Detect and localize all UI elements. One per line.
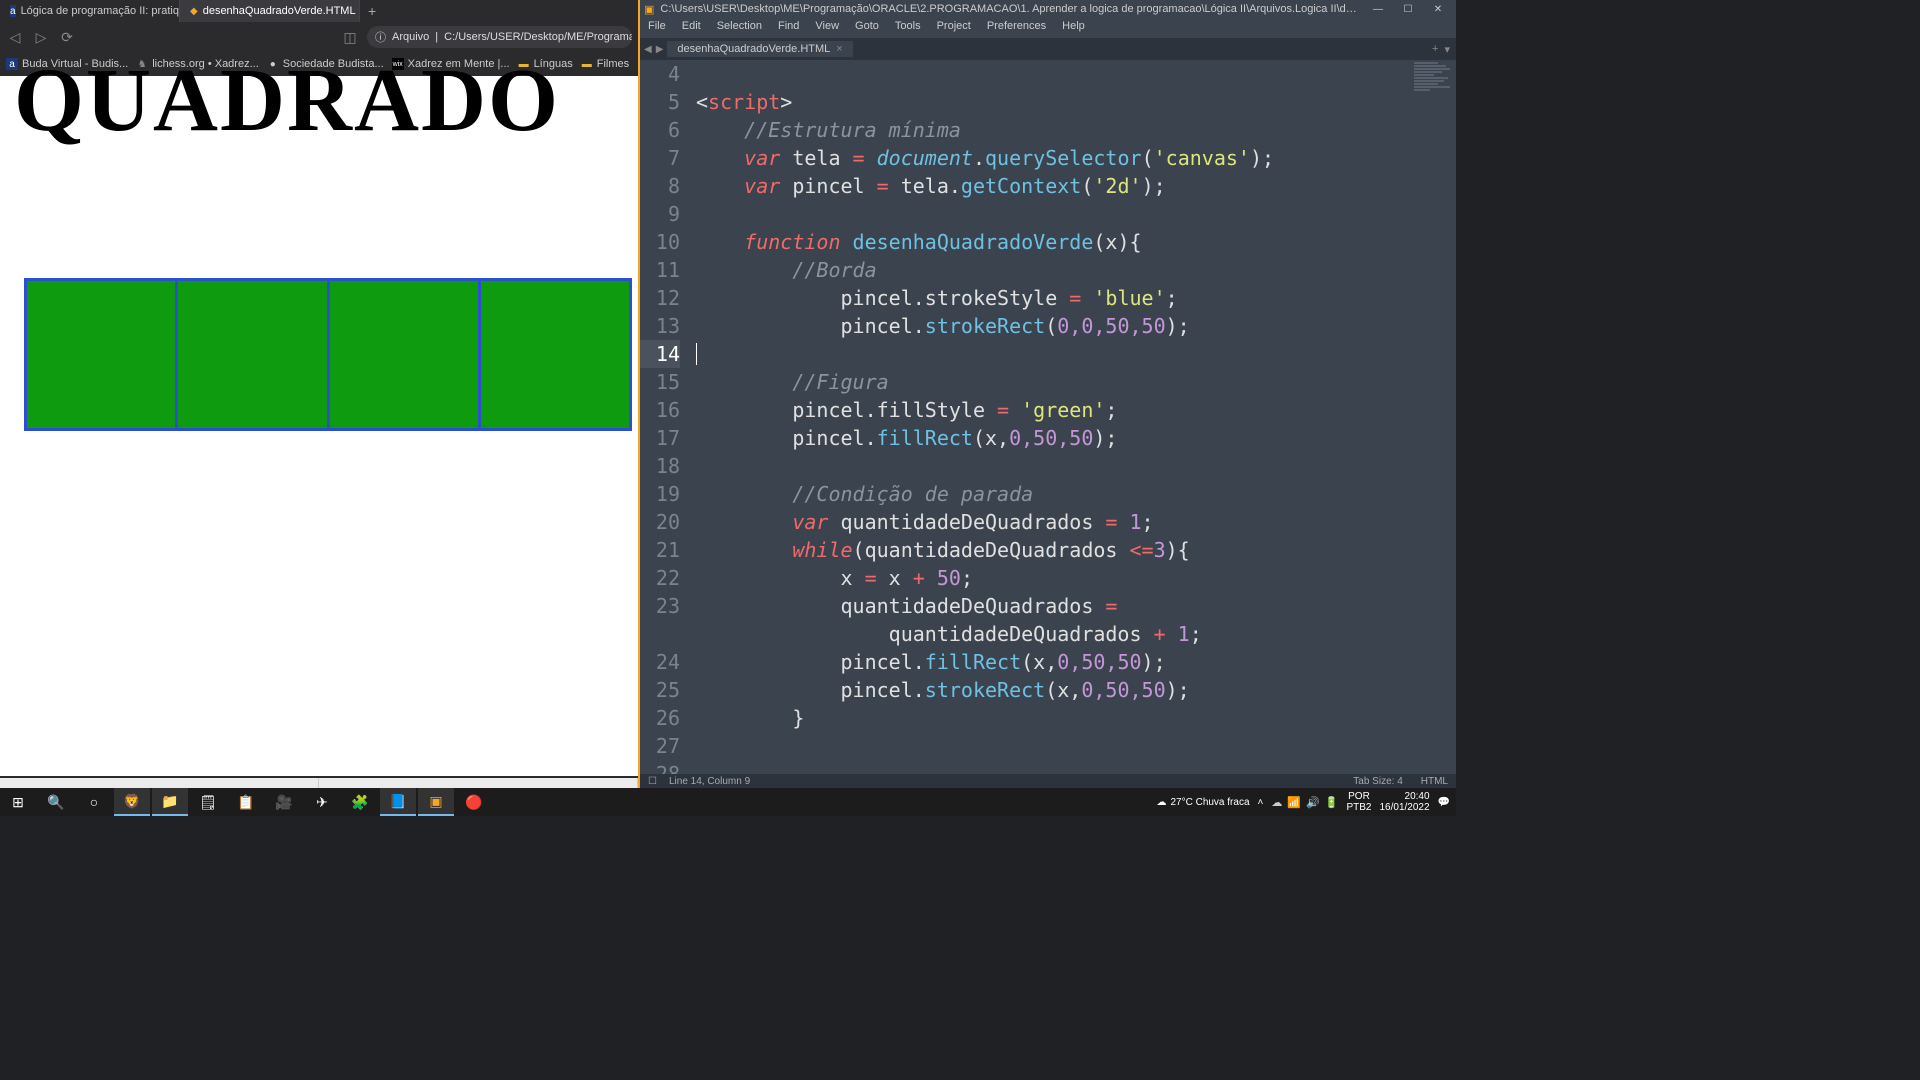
- forward-button[interactable]: ▷: [32, 29, 50, 46]
- address-bar: ◁ ▷ ⟳ ◫ ⓘ Arquivo | C:/Users/USER/Deskto…: [0, 22, 638, 52]
- favicon-alura: a: [10, 5, 16, 17]
- close-icon[interactable]: ×: [836, 43, 842, 55]
- favicon-file: ◆: [190, 5, 198, 17]
- bookmark-icon[interactable]: ◫: [341, 29, 359, 46]
- taskbar-app-brave[interactable]: 🦁: [114, 788, 150, 816]
- menu-preferences[interactable]: Preferences: [979, 18, 1054, 38]
- weather-widget[interactable]: ☁ 27°C Chuva fraca: [1156, 797, 1249, 808]
- green-square: [330, 281, 481, 428]
- green-square: [178, 281, 329, 428]
- menu-find[interactable]: Find: [770, 18, 807, 38]
- tab-menu[interactable]: ▾: [1444, 43, 1450, 56]
- taskbar-app[interactable]: 🧩: [342, 788, 378, 816]
- new-tab-button[interactable]: +: [360, 3, 384, 19]
- editor-tabs: ◀ ▶ desenhaQuadradoVerde.HTML × + ▾: [640, 38, 1456, 60]
- weather-text: 27°C Chuva fraca: [1170, 797, 1249, 808]
- line-gutter: 4567891011121314151617181920212223242526…: [640, 60, 688, 782]
- titlebar: ▣ C:\Users\USER\Desktop\ME\Programação\O…: [640, 0, 1456, 18]
- code-editor[interactable]: 4567891011121314151617181920212223242526…: [640, 60, 1456, 782]
- green-square: [27, 281, 178, 428]
- time: 20:40: [1405, 791, 1430, 802]
- tab-nav-fwd[interactable]: ▶: [656, 44, 664, 55]
- menu-selection[interactable]: Selection: [709, 18, 770, 38]
- menu-tools[interactable]: Tools: [887, 18, 929, 38]
- url-input[interactable]: ⓘ Arquivo | C:/Users/USER/Desktop/ME/Pro…: [367, 26, 632, 48]
- tab-label: Lógica de programação II: pratique co: [21, 5, 180, 17]
- editor-window: ▣ C:\Users\USER\Desktop\ME\Programação\O…: [638, 0, 1456, 788]
- code-content: <script> //Estrutura mínima var tela = d…: [696, 60, 1274, 782]
- clock[interactable]: 20:40 16/01/2022: [1379, 791, 1429, 813]
- date: 16/01/2022: [1379, 802, 1429, 813]
- menu-project[interactable]: Project: [929, 18, 979, 38]
- editor-tab[interactable]: desenhaQuadradoVerde.HTML ×: [667, 41, 852, 57]
- url-path: C:/Users/USER/Desktop/ME/Programação/ORA…: [444, 31, 632, 43]
- browser-tabs: a Lógica de programação II: pratique co …: [0, 0, 638, 22]
- onedrive-icon[interactable]: ☁: [1271, 796, 1282, 809]
- start-button[interactable]: ⊞: [0, 788, 36, 816]
- tab-nav-back[interactable]: ◀: [644, 44, 652, 55]
- taskbar-app-sublime[interactable]: ▣: [418, 788, 454, 816]
- window-title: C:\Users\USER\Desktop\ME\Programação\ORA…: [660, 3, 1358, 15]
- tray-chevron[interactable]: ˄: [1258, 797, 1264, 808]
- tray-icons[interactable]: ☁ 📶 🔊 🔋: [1271, 796, 1338, 809]
- minimize-button[interactable]: —: [1364, 1, 1392, 17]
- cortana-button[interactable]: ○: [76, 788, 112, 816]
- browser-window: a Lógica de programação II: pratique co …: [0, 0, 638, 788]
- browser-statusbar: [0, 778, 638, 788]
- status-lang[interactable]: HTML: [1421, 776, 1448, 787]
- page-content: QUADRADO: [0, 76, 638, 776]
- taskbar-app[interactable]: 🔴: [456, 788, 492, 816]
- url-scheme: Arquivo: [392, 31, 429, 43]
- minimap[interactable]: [1414, 62, 1454, 142]
- browser-tab-0[interactable]: a Lógica de programação II: pratique co: [0, 0, 180, 22]
- notifications-button[interactable]: 💬: [1438, 797, 1450, 808]
- volume-icon[interactable]: 🔊: [1306, 796, 1320, 809]
- language-indicator[interactable]: POR PTB2: [1346, 791, 1371, 813]
- tab-add[interactable]: +: [1432, 43, 1438, 56]
- taskbar-app[interactable]: 🗒: [190, 788, 226, 816]
- menu-view[interactable]: View: [807, 18, 847, 38]
- menubar: File Edit Selection Find View Goto Tools…: [640, 18, 1456, 38]
- menu-edit[interactable]: Edit: [674, 18, 709, 38]
- menu-goto[interactable]: Goto: [847, 18, 887, 38]
- editor-statusbar: ☐ Line 14, Column 9 Tab Size: 4 HTML: [640, 774, 1456, 788]
- checkbox-icon[interactable]: ☐: [648, 776, 657, 787]
- weather-icon: ☁: [1156, 797, 1166, 808]
- battery-icon[interactable]: 🔋: [1325, 796, 1339, 809]
- status-cursor: Line 14, Column 9: [669, 776, 750, 787]
- taskbar-app-telegram[interactable]: ✈: [304, 788, 340, 816]
- browser-tab-1[interactable]: ◆ desenhaQuadradoVerde.HTML ×: [180, 0, 360, 22]
- canvas-output: [24, 278, 632, 431]
- menu-help[interactable]: Help: [1054, 18, 1093, 38]
- menu-file[interactable]: File: [640, 18, 674, 38]
- reload-button[interactable]: ⟳: [58, 29, 76, 46]
- page-title: QUADRADO: [0, 56, 638, 146]
- close-button[interactable]: ✕: [1424, 1, 1452, 17]
- taskbar-app-zoom[interactable]: 🎥: [266, 788, 302, 816]
- taskbar-app[interactable]: 📋: [228, 788, 264, 816]
- green-square: [481, 281, 629, 428]
- status-tabsize[interactable]: Tab Size: 4: [1353, 776, 1402, 787]
- taskbar-app-word[interactable]: 📘: [380, 788, 416, 816]
- windows-taskbar: ⊞ 🔍 ○ 🦁 📁 🗒 📋 🎥 ✈ 🧩 📘 ▣ 🔴 ☁ 27°C Chuva f…: [0, 788, 1456, 816]
- taskbar-app-explorer[interactable]: 📁: [152, 788, 188, 816]
- wifi-icon[interactable]: 📶: [1287, 796, 1301, 809]
- info-icon: ⓘ: [375, 29, 386, 45]
- app-icon: ▣: [644, 3, 654, 16]
- editor-tab-label: desenhaQuadradoVerde.HTML: [677, 43, 830, 55]
- maximize-button[interactable]: ☐: [1394, 1, 1422, 17]
- back-button[interactable]: ◁: [6, 29, 24, 46]
- search-button[interactable]: 🔍: [38, 788, 74, 816]
- tab-label: desenhaQuadradoVerde.HTML: [203, 5, 356, 17]
